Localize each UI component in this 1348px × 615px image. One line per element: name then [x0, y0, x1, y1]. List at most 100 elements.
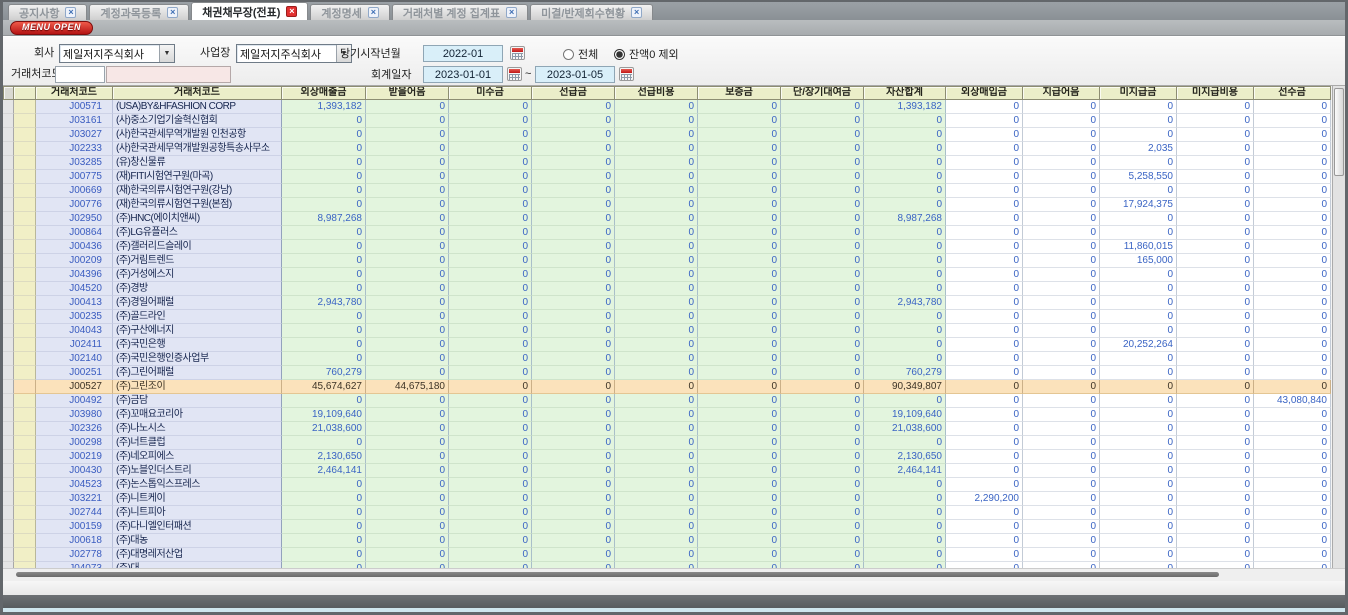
cell-notes_payable[interactable]: 0: [1023, 380, 1100, 394]
table-row[interactable]: J03161(사)중소기업기술혁신협회0000000000000: [3, 114, 1332, 128]
table-row[interactable]: J00436(주)갤러리드슬레이000000000011,860,01500: [3, 240, 1332, 254]
cell-vendor-code[interactable]: J00571: [36, 100, 113, 114]
cell-vendor-code[interactable]: J00618: [36, 534, 113, 548]
cell-notes_payable[interactable]: 0: [1023, 464, 1100, 478]
cell-vendor-name[interactable]: (주)나노시스: [113, 422, 282, 436]
cell-prepaid_expenses[interactable]: 0: [615, 534, 698, 548]
cell-notes_payable[interactable]: 0: [1023, 184, 1100, 198]
cell-advances_received[interactable]: 43,080,840: [1254, 394, 1331, 408]
cell-ap_purchases[interactable]: 0: [946, 394, 1023, 408]
row-selector[interactable]: [14, 534, 36, 548]
cell-misc_receivable[interactable]: 0: [449, 142, 532, 156]
cell-loans[interactable]: 0: [781, 198, 864, 212]
vertical-scrollbar[interactable]: [1332, 86, 1345, 568]
cell-accrued_expenses[interactable]: 0: [1177, 240, 1254, 254]
cell-deposits[interactable]: 0: [698, 366, 781, 380]
cell-deposits[interactable]: 0: [698, 268, 781, 282]
cell-advance_payments[interactable]: 0: [532, 422, 615, 436]
cell-advance_payments[interactable]: 0: [532, 436, 615, 450]
cell-deposits[interactable]: 0: [698, 226, 781, 240]
row-selector[interactable]: [14, 506, 36, 520]
cell-accounts_payable_other[interactable]: 0: [1100, 408, 1177, 422]
cell-ar_sales[interactable]: 0: [282, 254, 366, 268]
cell-prepaid_expenses[interactable]: 0: [615, 212, 698, 226]
cell-vendor-code[interactable]: J02744: [36, 506, 113, 520]
table-row[interactable]: J02233(사)한국관세무역개발원공항특송사무소00000000002,035…: [3, 142, 1332, 156]
cell-notes_payable[interactable]: 0: [1023, 254, 1100, 268]
calendar-icon[interactable]: [510, 46, 525, 60]
cell-misc_receivable[interactable]: 0: [449, 548, 532, 562]
cell-advance_payments[interactable]: 0: [532, 548, 615, 562]
cell-notes_payable[interactable]: 0: [1023, 128, 1100, 142]
cell-asset_total[interactable]: 90,349,807: [864, 380, 946, 394]
table-row[interactable]: J04523(주)논스톱익스프레스0000000000000: [3, 478, 1332, 492]
cell-accrued_expenses[interactable]: 0: [1177, 380, 1254, 394]
table-row[interactable]: J03221(주)니트케이000000002,290,2000000: [3, 492, 1332, 506]
cell-deposits[interactable]: 0: [698, 450, 781, 464]
cell-vendor-code[interactable]: J00527: [36, 380, 113, 394]
cell-accounts_payable_other[interactable]: 0: [1100, 422, 1177, 436]
cell-accrued_expenses[interactable]: 0: [1177, 338, 1254, 352]
cell-ar_sales[interactable]: 0: [282, 338, 366, 352]
cell-accounts_payable_other[interactable]: 0: [1100, 282, 1177, 296]
cell-ap_purchases[interactable]: 0: [946, 100, 1023, 114]
cell-notes_receivable[interactable]: 0: [366, 184, 449, 198]
cell-notes_payable[interactable]: 0: [1023, 156, 1100, 170]
cell-ap_purchases[interactable]: 0: [946, 324, 1023, 338]
cell-misc_receivable[interactable]: 0: [449, 394, 532, 408]
cell-asset_total[interactable]: 0: [864, 184, 946, 198]
cell-prepaid_expenses[interactable]: 0: [615, 268, 698, 282]
cell-notes_receivable[interactable]: 0: [366, 464, 449, 478]
cell-notes_payable[interactable]: 0: [1023, 352, 1100, 366]
cell-accounts_payable_other[interactable]: 0: [1100, 394, 1177, 408]
cell-prepaid_expenses[interactable]: 0: [615, 548, 698, 562]
cell-accounts_payable_other[interactable]: 0: [1100, 366, 1177, 380]
cell-ap_purchases[interactable]: 0: [946, 156, 1023, 170]
cell-accounts_payable_other[interactable]: 11,860,015: [1100, 240, 1177, 254]
cell-prepaid_expenses[interactable]: 0: [615, 142, 698, 156]
cell-deposits[interactable]: 0: [698, 198, 781, 212]
cell-ap_purchases[interactable]: 0: [946, 464, 1023, 478]
cell-accounts_payable_other[interactable]: 0: [1100, 506, 1177, 520]
cell-asset_total[interactable]: 0: [864, 170, 946, 184]
row-selector[interactable]: [14, 394, 36, 408]
row-selector[interactable]: [14, 156, 36, 170]
cell-loans[interactable]: 0: [781, 380, 864, 394]
row-selector[interactable]: [14, 282, 36, 296]
cell-prepaid_expenses[interactable]: 0: [615, 464, 698, 478]
cell-accrued_expenses[interactable]: 0: [1177, 506, 1254, 520]
table-row[interactable]: J03980(주)꼬매요코리아19,109,64000000019,109,64…: [3, 408, 1332, 422]
row-selector[interactable]: [14, 198, 36, 212]
horizontal-scrollbar-thumb[interactable]: [16, 572, 1219, 577]
cell-accounts_payable_other[interactable]: 2,035: [1100, 142, 1177, 156]
cell-vendor-name[interactable]: (주)대농: [113, 534, 282, 548]
cell-loans[interactable]: 0: [781, 548, 864, 562]
cell-accounts_payable_other[interactable]: 0: [1100, 548, 1177, 562]
cell-deposits[interactable]: 0: [698, 492, 781, 506]
cell-vendor-code[interactable]: J02233: [36, 142, 113, 156]
period-start-input[interactable]: [423, 45, 503, 62]
cell-notes_payable[interactable]: 0: [1023, 296, 1100, 310]
cell-deposits[interactable]: 0: [698, 464, 781, 478]
cell-advances_received[interactable]: 0: [1254, 408, 1331, 422]
cell-notes_receivable[interactable]: 0: [366, 352, 449, 366]
cell-advance_payments[interactable]: 0: [532, 464, 615, 478]
cell-ap_purchases[interactable]: 0: [946, 142, 1023, 156]
cell-loans[interactable]: 0: [781, 450, 864, 464]
row-selector[interactable]: [14, 184, 36, 198]
cell-ar_sales[interactable]: 0: [282, 534, 366, 548]
cell-notes_receivable[interactable]: 0: [366, 114, 449, 128]
row-selector[interactable]: [14, 450, 36, 464]
cell-vendor-name[interactable]: (주)너트클럽: [113, 436, 282, 450]
cell-vendor-code[interactable]: J00298: [36, 436, 113, 450]
cell-deposits[interactable]: 0: [698, 478, 781, 492]
cell-notes_payable[interactable]: 0: [1023, 310, 1100, 324]
cell-notes_receivable[interactable]: 0: [366, 156, 449, 170]
cell-asset_total[interactable]: 21,038,600: [864, 422, 946, 436]
company-select[interactable]: 제일저지주식회사 ▼: [59, 44, 175, 63]
cell-deposits[interactable]: 0: [698, 310, 781, 324]
cell-asset_total[interactable]: 0: [864, 534, 946, 548]
cell-vendor-name[interactable]: (주)그린어패럴: [113, 366, 282, 380]
cell-deposits[interactable]: 0: [698, 324, 781, 338]
table-row[interactable]: J00159(주)다니엘인터패션0000000000000: [3, 520, 1332, 534]
